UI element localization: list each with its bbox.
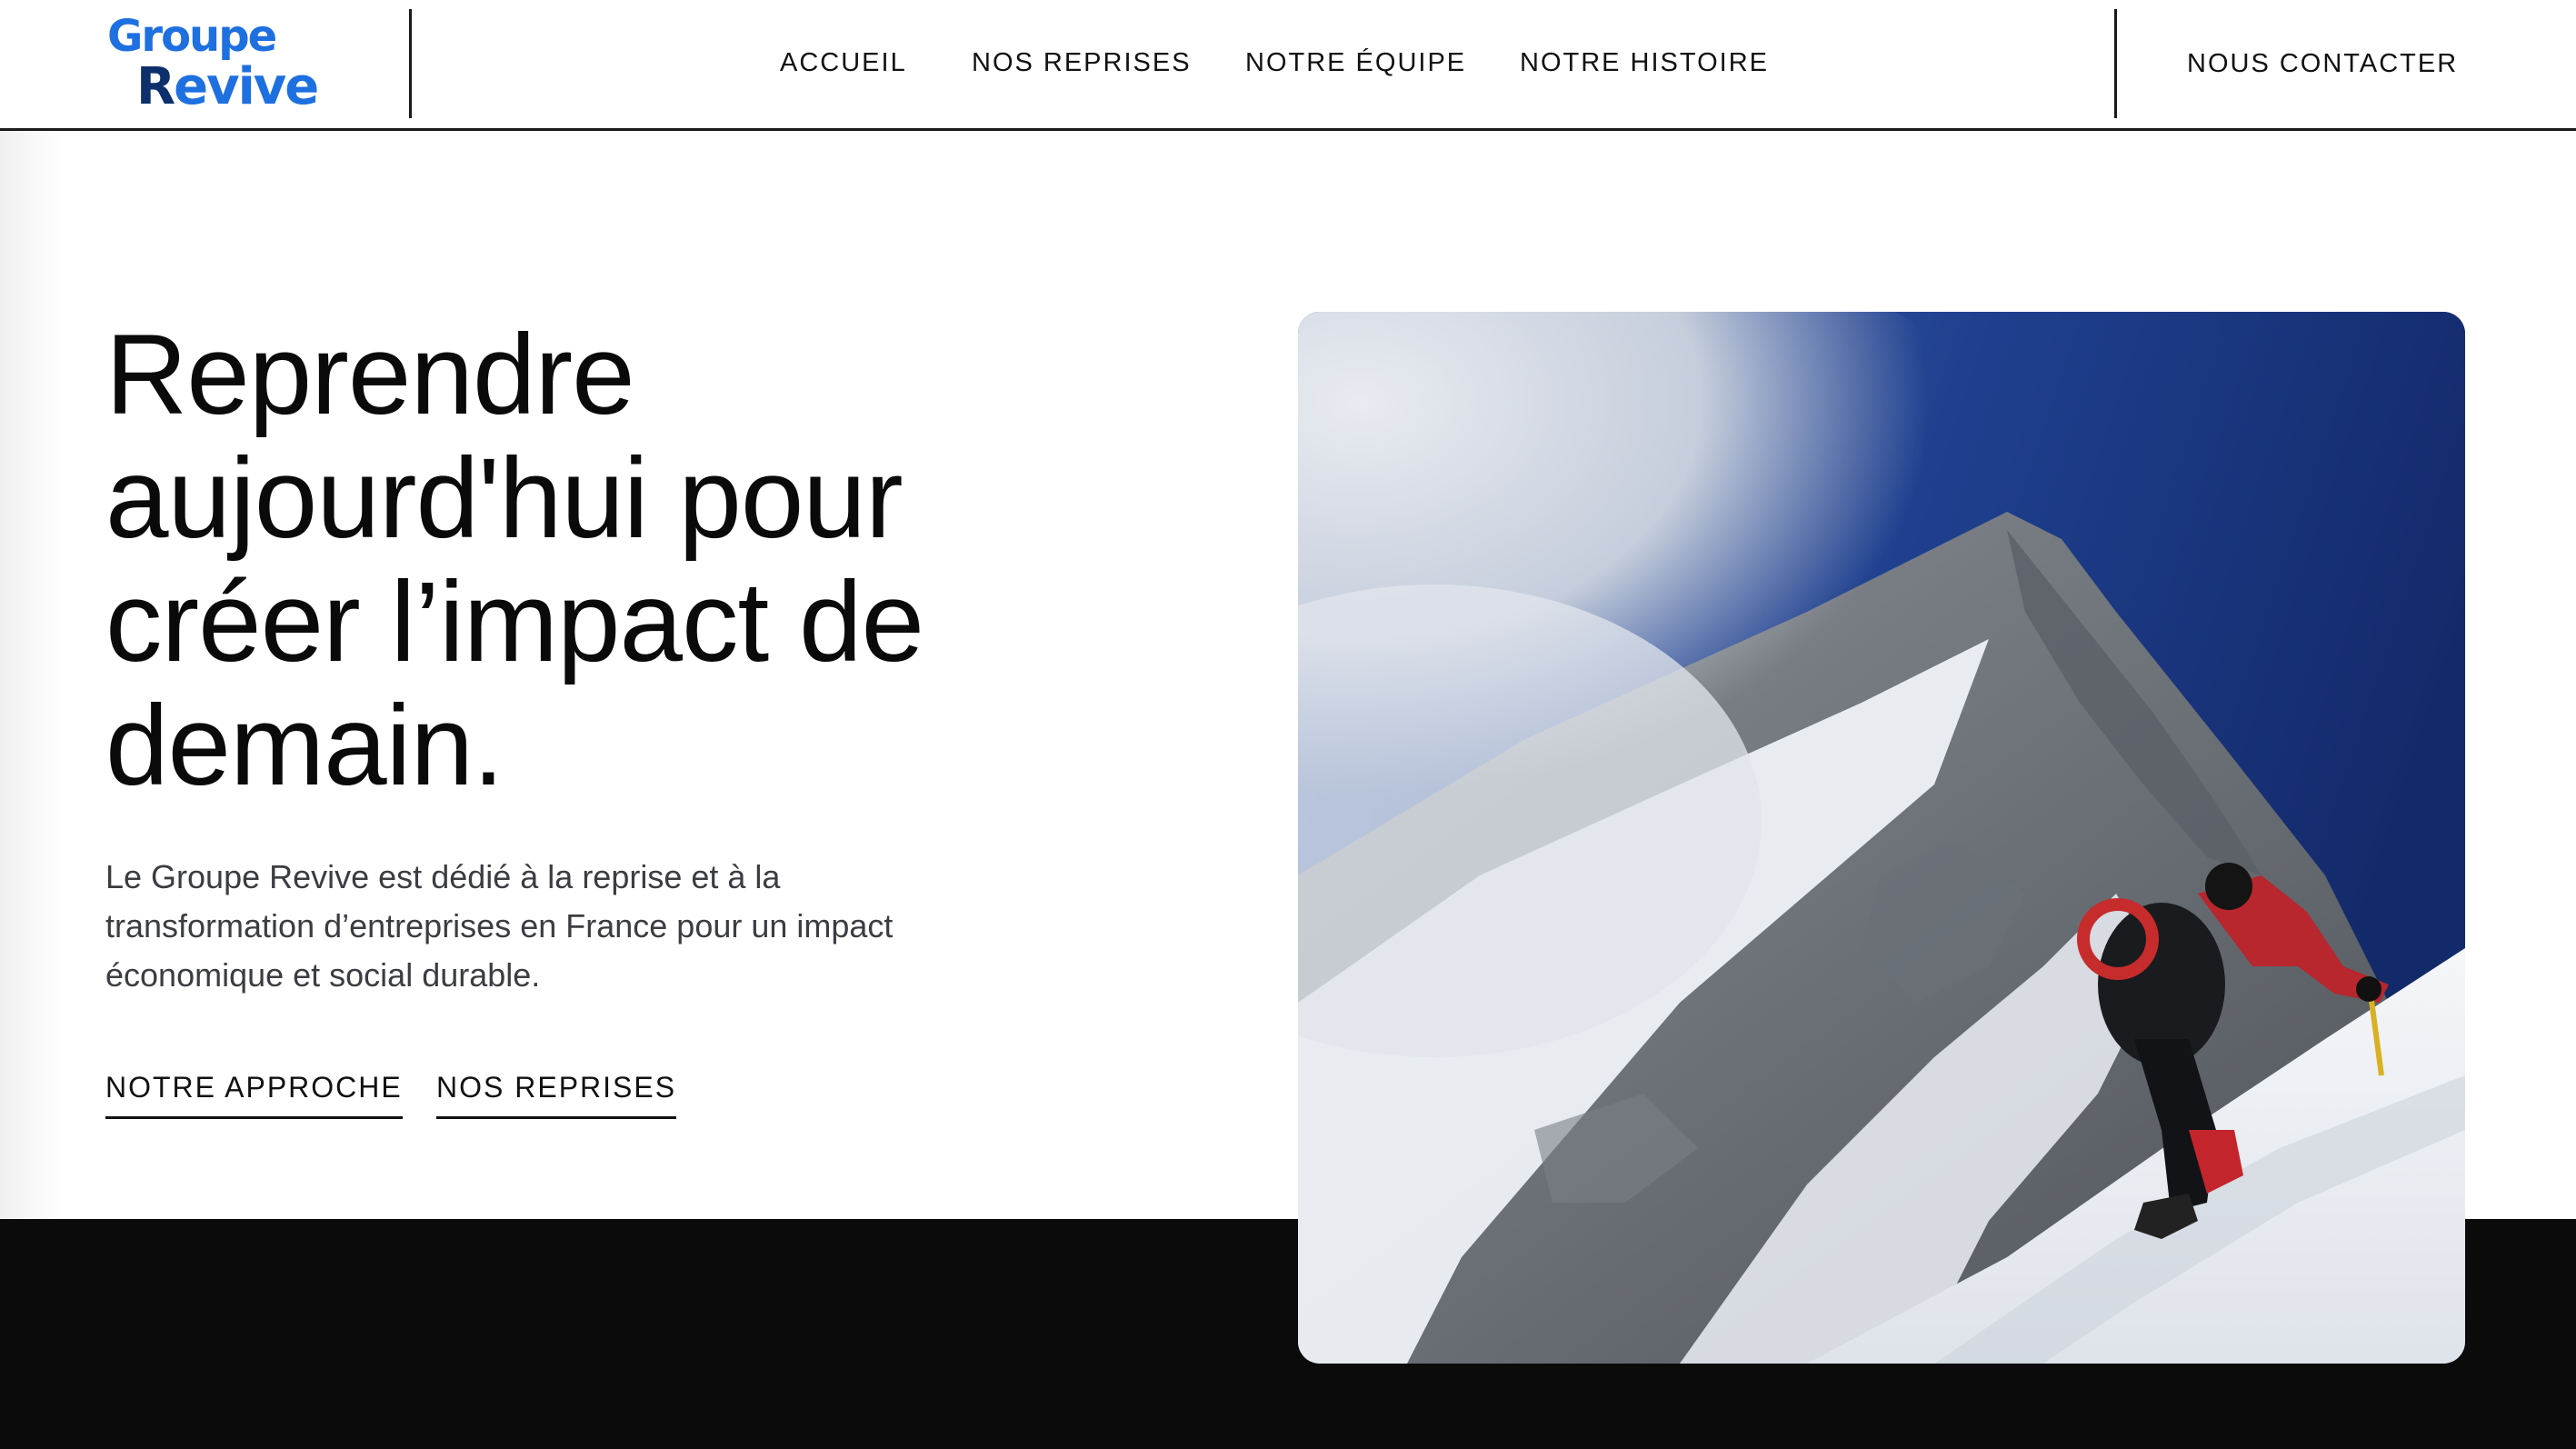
left-edge-shade bbox=[0, 0, 64, 1218]
nav-item-nos-reprises[interactable]: NOS REPRISES bbox=[972, 40, 1192, 85]
nos-reprises-link[interactable]: NOS REPRISES bbox=[436, 1065, 677, 1119]
nav-contact-button[interactable]: NOUS CONTACTER bbox=[2187, 41, 2458, 86]
groupe-revive-logo[interactable]: Groupe Revive bbox=[105, 11, 319, 118]
nav-item-accueil[interactable]: ACCUEIL bbox=[780, 40, 907, 85]
hero-title-line: Reprendre bbox=[105, 312, 635, 438]
hero-title-line: créer l’impact de bbox=[105, 559, 924, 685]
hero-mountain-climber-image bbox=[1298, 312, 2465, 1364]
logo-line-2-rest: evive bbox=[174, 57, 319, 116]
hero-description: Le Groupe Revive est dédié à la reprise … bbox=[105, 858, 894, 994]
logo-line-2: Revive bbox=[136, 57, 319, 116]
header-divider-left bbox=[409, 9, 412, 118]
nav-item-notre-histoire[interactable]: NOTRE HISTOIRE bbox=[1520, 40, 1769, 85]
nav-item-notre-equipe[interactable]: NOTRE ÉQUIPE bbox=[1245, 40, 1466, 85]
logo-r-glyph: R bbox=[136, 57, 175, 116]
hero-title-line: aujourd'hui pour bbox=[105, 435, 904, 562]
hero-title-line: demain. bbox=[105, 683, 504, 809]
header-divider-right bbox=[2114, 9, 2117, 118]
notre-approche-link[interactable]: NOTRE APPROCHE bbox=[105, 1065, 403, 1119]
hero-title: Reprendre aujourd'hui pour créer l’impac… bbox=[105, 314, 1242, 808]
logo-line-1: Groupe bbox=[107, 11, 277, 62]
site-header: Groupe Revive ACCUEIL NOS REPRISES NOTRE… bbox=[0, 0, 2576, 131]
